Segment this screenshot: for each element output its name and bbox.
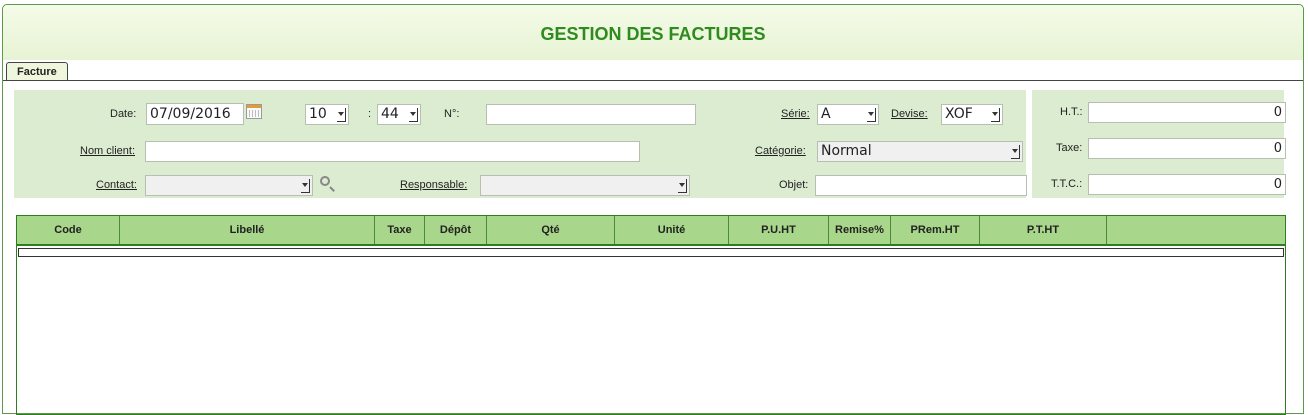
nom-client-field[interactable] <box>145 141 640 162</box>
search-icon[interactable] <box>320 176 330 186</box>
chevron-down-icon <box>409 108 418 122</box>
tab-facture[interactable]: Facture <box>6 62 68 81</box>
nom-client-label: Nom client: <box>80 145 136 157</box>
col-pt-ht[interactable]: P.T.HT <box>980 216 1107 244</box>
chevron-down-icon <box>991 108 1000 122</box>
serie-select[interactable]: A <box>817 104 879 125</box>
serie-label: Série: <box>781 108 810 120</box>
date-label: Date: <box>110 108 137 120</box>
contact-label: Contact: <box>96 179 137 191</box>
taxe-label: Taxe: <box>1056 142 1083 154</box>
col-taxe[interactable]: Taxe <box>375 216 425 244</box>
categorie-value: Normal <box>821 143 872 159</box>
chevron-down-icon <box>1011 145 1020 159</box>
col-unite[interactable]: Unité <box>615 216 729 244</box>
date-field[interactable]: 07/09/2016 <box>146 103 244 125</box>
hour-value: 10 <box>309 106 327 122</box>
title-bar: GESTION DES FACTURES <box>3 5 1303 60</box>
contact-select[interactable] <box>145 175 313 196</box>
responsable-select[interactable] <box>480 175 690 196</box>
invoice-lines-table: Code Libellé Taxe Dépôt Qté Unité P.U.HT… <box>16 215 1286 415</box>
devise-label: Devise: <box>891 108 928 120</box>
col-prem-ht[interactable]: PRem.HT <box>891 216 980 244</box>
taxe-field[interactable]: 0 <box>1088 138 1286 159</box>
chevron-down-icon <box>867 108 876 122</box>
devise-value: XOF <box>945 106 973 122</box>
ttc-label: T.T.C.: <box>1051 178 1083 190</box>
col-remise[interactable]: Remise% <box>829 216 891 244</box>
tab-divider <box>3 80 1303 81</box>
chevron-down-icon <box>301 179 310 193</box>
serie-value: A <box>821 106 831 122</box>
time-separator: : <box>368 108 372 120</box>
minute-value: 44 <box>381 106 399 122</box>
ht-field[interactable]: 0 <box>1088 102 1286 123</box>
responsable-label: Responsable: <box>400 179 468 191</box>
col-libelle[interactable]: Libellé <box>120 216 375 244</box>
devise-select[interactable]: XOF <box>941 104 1003 125</box>
chevron-down-icon <box>337 108 346 122</box>
table-header: Code Libellé Taxe Dépôt Qté Unité P.U.HT… <box>17 216 1285 246</box>
numero-label: N°: <box>444 108 460 120</box>
hour-select[interactable]: 10 <box>305 104 349 125</box>
calendar-icon[interactable] <box>246 104 262 119</box>
objet-field[interactable] <box>815 175 1027 196</box>
col-extra <box>1107 216 1285 244</box>
col-pu-ht[interactable]: P.U.HT <box>729 216 829 244</box>
col-qte[interactable]: Qté <box>487 216 615 244</box>
table-row[interactable] <box>18 248 1284 257</box>
minute-select[interactable]: 44 <box>377 104 421 125</box>
ht-label: H.T.: <box>1060 106 1083 118</box>
ttc-field[interactable]: 0 <box>1088 174 1286 195</box>
col-depot[interactable]: Dépôt <box>425 216 487 244</box>
chevron-down-icon <box>678 179 687 193</box>
numero-field[interactable] <box>486 104 696 125</box>
categorie-select[interactable]: Normal <box>817 141 1023 162</box>
categorie-label: Catégorie: <box>755 145 806 157</box>
objet-label: Objet: <box>779 179 809 191</box>
page-title: GESTION DES FACTURES <box>540 24 766 44</box>
col-code[interactable]: Code <box>17 216 120 244</box>
